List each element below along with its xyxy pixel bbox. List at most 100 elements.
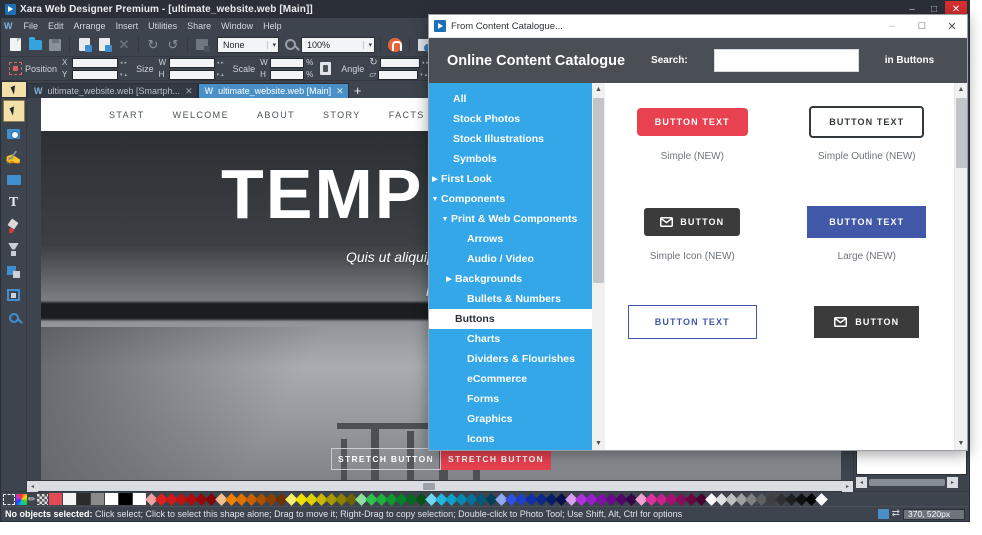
- add-tab-button[interactable]: +: [349, 83, 367, 98]
- tree-item-all[interactable]: All: [429, 89, 605, 109]
- chevron-down-icon[interactable]: ▼: [429, 196, 441, 203]
- tree-item-buttons[interactable]: Buttons: [429, 309, 604, 329]
- palette-swatch[interactable]: [77, 493, 90, 505]
- quality-select[interactable]: None ▾: [217, 37, 279, 53]
- no-colour-swatch[interactable]: [3, 494, 15, 505]
- catalogue-button-outline[interactable]: BUTTON TEXT: [809, 106, 924, 138]
- catalogue-button-simple[interactable]: BUTTON TEXT: [637, 108, 748, 136]
- gallery-scrollbar-track[interactable]: [955, 96, 968, 437]
- tree-item-symbols[interactable]: Symbols: [429, 149, 605, 169]
- document-tab-main[interactable]: W ultimate_website.web [Main] ✕: [198, 83, 349, 98]
- tree-item-audio-video[interactable]: Audio / Video: [429, 249, 605, 269]
- catalogue-button-large[interactable]: BUTTON TEXT: [807, 206, 926, 238]
- shear-spin-up[interactable]: ▴: [425, 73, 428, 77]
- canvas-horizontal-scrollbar[interactable]: ◂ ▸: [27, 480, 853, 491]
- size-h-input[interactable]: [169, 70, 215, 80]
- dialog-minimize-button[interactable]: –: [877, 15, 907, 38]
- gallery-item[interactable]: BUTTON TEXTSimple (NEW): [605, 97, 780, 197]
- transparency-tool-button[interactable]: [3, 238, 25, 260]
- tree-scrollbar-thumb[interactable]: [593, 98, 604, 283]
- stretch-button-solid[interactable]: STRETCH BUTTON: [441, 448, 551, 470]
- selector-tool-icon[interactable]: [1, 81, 27, 98]
- menu-help[interactable]: Help: [258, 21, 287, 31]
- y-spin-up[interactable]: ▴: [125, 73, 128, 77]
- size-w-spin-right[interactable]: ▸: [221, 61, 224, 65]
- palette-swatch[interactable]: [133, 493, 146, 505]
- palette-swatch[interactable]: [119, 493, 132, 505]
- gallery-item[interactable]: BUTTON TEXT: [605, 297, 780, 397]
- dock-scrollbar-thumb[interactable]: [869, 479, 945, 486]
- shadow-tool-button[interactable]: [3, 261, 25, 283]
- zoom-select[interactable]: 100% ▾: [301, 37, 375, 53]
- scroll-left-icon[interactable]: ◂: [27, 481, 38, 492]
- selector-tool-button[interactable]: [3, 100, 25, 122]
- shear-spin-down[interactable]: ▾: [420, 73, 423, 77]
- scale-w-input[interactable]: [270, 58, 304, 68]
- palette-swatch[interactable]: [105, 493, 118, 505]
- hero-title[interactable]: TEMP: [221, 159, 423, 229]
- eyedropper-icon[interactable]: ✏: [28, 495, 36, 504]
- gallery-button-preview[interactable]: BUTTON TEXT: [637, 97, 748, 147]
- tree-item-stock-photos[interactable]: Stock Photos: [429, 109, 605, 129]
- gallery-scroll-down-icon[interactable]: ▼: [955, 437, 968, 450]
- paste-icon[interactable]: [95, 36, 113, 54]
- palette-swatch[interactable]: [49, 493, 62, 505]
- scale-h-input[interactable]: [270, 70, 304, 80]
- tree-item-bullets-numbers[interactable]: Bullets & Numbers: [429, 289, 605, 309]
- transparent-swatch-icon[interactable]: [37, 494, 48, 505]
- palette-swatch[interactable]: [63, 493, 76, 505]
- chevron-right-icon[interactable]: ▶: [443, 275, 455, 283]
- search-input[interactable]: [714, 49, 859, 72]
- x-input[interactable]: [72, 58, 118, 68]
- gallery-item[interactable]: BUTTON: [780, 297, 955, 397]
- dialog-maximize-button[interactable]: □: [907, 15, 937, 38]
- size-h-spin-down[interactable]: ▾: [217, 73, 220, 77]
- tree-item-charts[interactable]: Charts: [429, 329, 605, 349]
- tree-item-stock-illustrations[interactable]: Stock Illustrations: [429, 129, 605, 149]
- gallery-scroll-up-icon[interactable]: ▲: [955, 83, 968, 96]
- content-catalogue-dialog[interactable]: From Content Catalogue... – □ ✕ Online C…: [428, 14, 968, 451]
- zoom-tool-button[interactable]: [3, 307, 25, 329]
- gallery-button-preview[interactable]: BUTTON: [814, 297, 919, 347]
- chevron-right-icon[interactable]: ▶: [429, 175, 441, 183]
- close-icon[interactable]: ✕: [185, 86, 193, 97]
- tree-item-icons[interactable]: Icons: [429, 429, 605, 449]
- gallery-button-preview[interactable]: BUTTON: [644, 197, 740, 247]
- size-w-input[interactable]: [169, 58, 215, 68]
- zoom-tool-icon[interactable]: [281, 36, 299, 54]
- tree-item-graphics[interactable]: Graphics: [429, 409, 605, 429]
- scrollbar-thumb[interactable]: [423, 483, 435, 490]
- shear-input[interactable]: [378, 70, 418, 80]
- gallery-scrollbar-thumb[interactable]: [956, 98, 967, 168]
- menu-share[interactable]: Share: [182, 21, 216, 31]
- menu-window[interactable]: Window: [216, 21, 258, 31]
- gallery-scrollbar[interactable]: ▲ ▼: [954, 83, 967, 450]
- undo-icon[interactable]: ↻: [144, 36, 162, 54]
- tree-item-components[interactable]: ▼Components: [429, 189, 605, 209]
- rectangle-tool-button[interactable]: [3, 169, 25, 191]
- tree-item-forms[interactable]: Forms: [429, 389, 605, 409]
- snap-status-icon[interactable]: [878, 509, 889, 519]
- menu-edit[interactable]: Edit: [43, 21, 69, 31]
- y-input[interactable]: [72, 70, 118, 80]
- menu-utilities[interactable]: Utilities: [143, 21, 182, 31]
- x-spin-right[interactable]: ▸: [125, 61, 128, 65]
- dock-horizontal-scrollbar[interactable]: ◂ ▸: [856, 477, 967, 488]
- nav-link-story[interactable]: STORY: [323, 110, 361, 120]
- palette-diamond-swatch[interactable]: [815, 493, 828, 506]
- angle-input[interactable]: [380, 58, 420, 68]
- palette-swatch[interactable]: [91, 493, 104, 505]
- dock-scroll-left-icon[interactable]: ◂: [856, 477, 867, 488]
- tree-item-backgrounds[interactable]: ▶Backgrounds: [429, 269, 605, 289]
- size-h-spin-up[interactable]: ▴: [221, 73, 224, 77]
- tree-item-dividers-flourishes[interactable]: Dividers & Flourishes: [429, 349, 605, 369]
- gallery-button-preview[interactable]: BUTTON TEXT: [628, 297, 757, 347]
- close-icon[interactable]: ✕: [336, 86, 344, 97]
- pen-tool-button[interactable]: ✍: [3, 146, 25, 168]
- catalogue-button-dark-wide[interactable]: BUTTON: [814, 306, 919, 338]
- save-icon[interactable]: [46, 36, 64, 54]
- text-tool-button[interactable]: T: [3, 192, 25, 214]
- catalogue-button-dark[interactable]: BUTTON: [644, 208, 740, 236]
- redo-icon[interactable]: ↺: [164, 36, 182, 54]
- stretch-button-outline[interactable]: STRETCH BUTTON: [331, 448, 441, 470]
